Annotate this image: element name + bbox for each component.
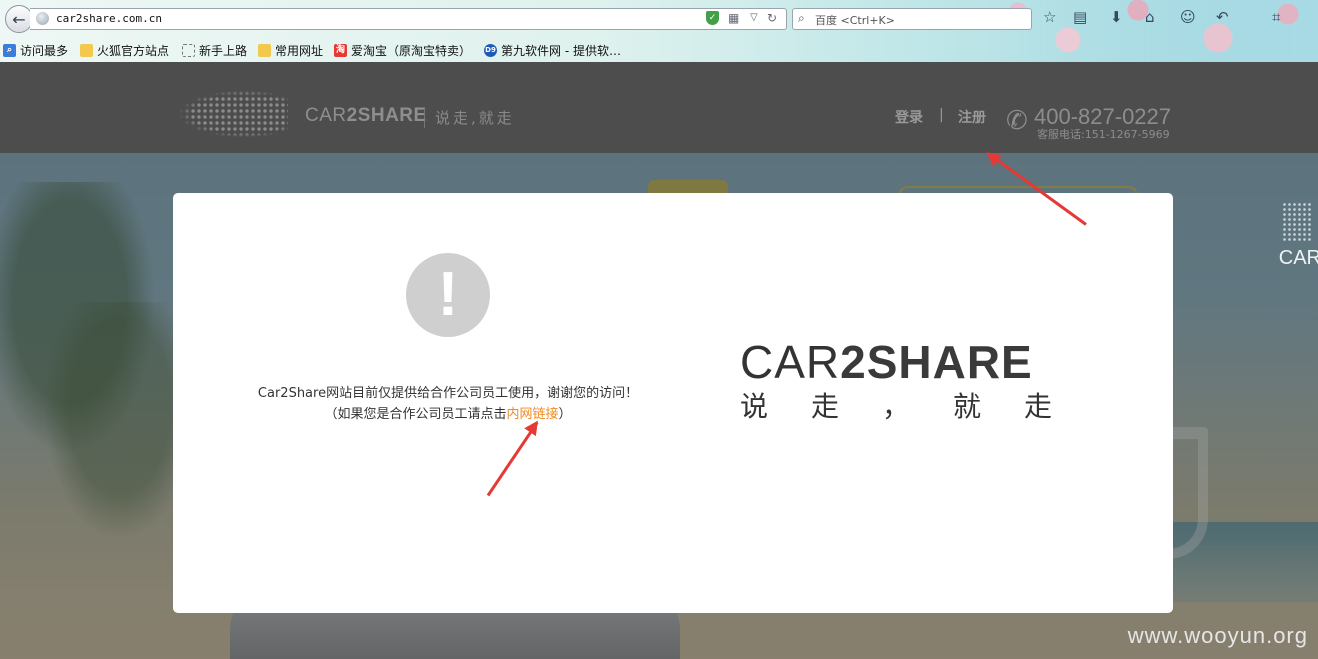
brand-slogan-char: ， — [881, 390, 910, 423]
service-phone: 客服电话:151-1267-5969 — [1037, 128, 1170, 141]
notice-message: Car2Share网站目前仅提供给合作公司员工使用，谢谢您的访问！ — [257, 386, 639, 401]
bookmark-label: 火狐官方站点 — [97, 44, 170, 58]
background-logo-dots — [1282, 202, 1312, 242]
qr-code-icon[interactable]: ▦ — [728, 11, 739, 25]
browser-chrome: ← car2share.com.cn ✓ ▦ ▽ ↻ ⌕ 百度 <Ctrl+K>… — [0, 0, 1318, 62]
back-arrow-icon: ← — [12, 9, 26, 29]
download-icon[interactable]: ⬇ — [1110, 8, 1123, 26]
background-logo-fragment: CAR — [1278, 247, 1318, 269]
globe-icon — [36, 12, 49, 25]
notice-hint: （如果您是合作公司员工请点击内网链接） — [173, 403, 723, 422]
brand-logo: CAR2SHARE — [740, 335, 1033, 389]
back-button[interactable]: ← — [5, 5, 33, 33]
bookmark-firefox-site[interactable]: 火狐官方站点 — [80, 42, 169, 59]
brand-slogan: 说 走 ， 就 走 — [740, 385, 1052, 425]
reload-icon[interactable]: ↻ — [767, 11, 777, 25]
search-input[interactable]: ⌕ 百度 <Ctrl+K> — [792, 8, 1032, 30]
taobao-icon: 淘 — [334, 44, 347, 57]
folder-icon — [258, 44, 271, 57]
brand-slogan-char: 走 — [1023, 390, 1052, 423]
car2share-logo-icon[interactable] — [178, 90, 288, 138]
bookmark-most-visited[interactable]: ⌕ 访问最多 — [3, 42, 68, 59]
notice-hint-prefix: （如果您是合作公司员工请点击 — [324, 407, 507, 422]
chat-icon[interactable]: ☺ — [1180, 8, 1196, 26]
most-visited-icon: ⌕ — [3, 44, 16, 57]
dropdown-icon[interactable]: ▽ — [750, 11, 758, 25]
address-bar[interactable]: car2share.com.cn ✓ ▦ ▽ ↻ — [30, 8, 787, 30]
bookmark-manager-icon[interactable]: ▤ — [1073, 8, 1087, 26]
web-page: CAR CAR2SHARE 说走,就走 登录 | 注册 ✆ 400-827-02… — [0, 62, 1318, 659]
bookmark-label: 第九软件网 - 提供软… — [501, 44, 621, 58]
page-icon — [182, 44, 195, 57]
notice-hint-suffix: ） — [558, 407, 572, 422]
access-notice-modal: ! Car2Share网站目前仅提供给合作公司员工使用，谢谢您的访问！ （如果您… — [173, 193, 1173, 613]
bookmark-label: 新手上路 — [199, 44, 248, 58]
site-name-regular: CAR — [305, 105, 347, 126]
brand-slogan-char: 说 — [740, 390, 769, 423]
search-icon: ⌕ — [798, 11, 805, 25]
site-name-bold: 2SHARE — [346, 105, 427, 126]
register-link[interactable]: 注册 — [958, 107, 986, 127]
bookmarks-toolbar: ⌕ 访问最多 火狐官方站点 新手上路 常用网址 淘 爱淘宝（原淘宝特卖） D9 … — [0, 40, 700, 60]
d9-icon: D9 — [484, 44, 497, 57]
bookmark-common-sites[interactable]: 常用网址 — [258, 42, 323, 59]
bookmark-label: 访问最多 — [20, 44, 69, 58]
bookmark-taobao[interactable]: 淘 爱淘宝（原淘宝特卖） — [334, 42, 471, 59]
site-slogan: 说走,就走 — [424, 107, 515, 128]
login-link[interactable]: 登录 — [895, 107, 923, 127]
search-placeholder: 百度 <Ctrl+K> — [815, 14, 895, 27]
bookmark-label: 常用网址 — [275, 44, 324, 58]
phone-icon: ✆ — [1006, 106, 1028, 136]
bookmark-d9soft[interactable]: D9 第九软件网 - 提供软… — [484, 42, 621, 59]
bookmark-label: 爱淘宝（原淘宝特卖） — [351, 44, 472, 58]
folder-icon — [80, 44, 93, 57]
site-name[interactable]: CAR2SHARE — [305, 105, 427, 127]
bookmark-getting-started[interactable]: 新手上路 — [182, 42, 247, 59]
wooyun-watermark: www.wooyun.org — [1127, 623, 1308, 648]
undo-icon[interactable]: ↶ — [1216, 8, 1229, 26]
home-icon[interactable]: ⌂ — [1145, 8, 1155, 26]
brand-logo-regular: CAR — [740, 336, 841, 388]
brand-slogan-char: 就 — [952, 390, 981, 423]
exclamation-icon: ! — [406, 253, 490, 337]
brand-logo-bold: 2SHARE — [840, 336, 1033, 388]
site-header: CAR2SHARE 说走,就走 登录 | 注册 ✆ 400-827-0227 客… — [0, 62, 1318, 153]
header-separator: | — [939, 107, 944, 123]
screenshot-icon[interactable]: ⌗ — [1272, 8, 1280, 26]
brand-slogan-char: 走 — [810, 390, 839, 423]
shield-icon[interactable]: ✓ — [706, 11, 719, 25]
bookmark-star-icon[interactable]: ☆ — [1043, 8, 1056, 26]
url-text: car2share.com.cn — [56, 12, 162, 25]
